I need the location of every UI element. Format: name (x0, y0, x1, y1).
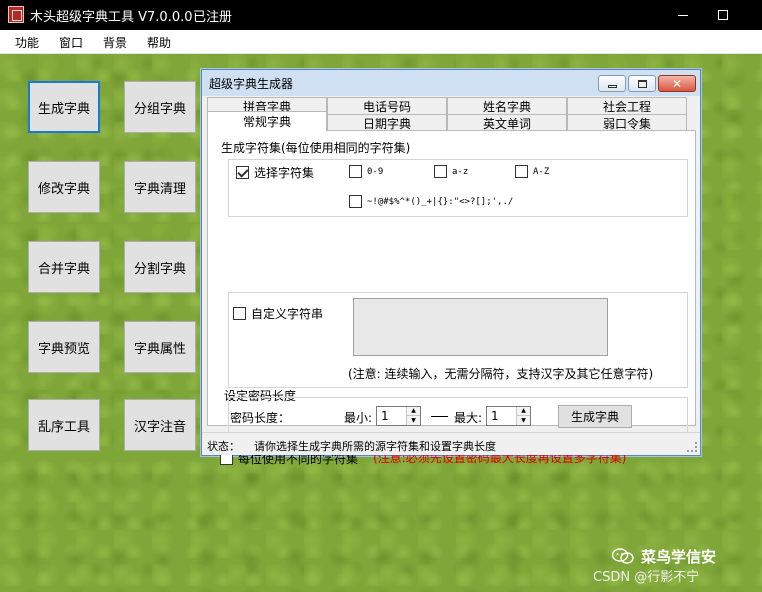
tab-english[interactable]: 英文单词 (447, 114, 567, 131)
symbols-checkbox[interactable]: ~!@#$%^*()_+|{}:"<>?[];',./ (349, 195, 513, 208)
dialog-title: 超级字典生成器 (209, 77, 294, 91)
dialog-title-bar[interactable]: 超级字典生成器 ✕ (202, 70, 700, 96)
status-bar: 状态： 请你选择生成字典所需的源字符集和设置字典长度 (202, 432, 700, 455)
range-dash (431, 416, 448, 417)
modify-dict-button[interactable]: 修改字典 (28, 161, 100, 213)
wechat-icon (612, 548, 634, 564)
clean-dict-button[interactable]: 字典清理 (124, 161, 196, 213)
registration-status: 已注册 (193, 10, 233, 25)
checkbox-icon (434, 165, 447, 178)
select-charset-checkbox[interactable]: 选择字符集 (236, 164, 314, 181)
pinyin-annotate-button[interactable]: 汉字注音 (124, 399, 196, 451)
dialog-close-button[interactable]: ✕ (658, 75, 696, 92)
maximize-icon (637, 79, 647, 88)
group-dict-button[interactable]: 分组字典 (124, 81, 196, 133)
custom-string-input[interactable] (353, 298, 608, 356)
menu-bar: 功能 窗口 背景 帮助 (0, 30, 762, 54)
tab-name[interactable]: 姓名字典 (447, 97, 567, 114)
max-length-arrows[interactable]: ▲ ▼ (516, 407, 530, 425)
tab-social[interactable]: 社会工程 (567, 97, 687, 114)
watermark-csdn: CSDN @行影不宁 (593, 570, 700, 585)
digits-label: 0-9 (367, 166, 384, 177)
tab-weak-password[interactable]: 弱口令集 (567, 114, 687, 131)
lowercase-label: a-z (452, 166, 469, 177)
title-bar: 木头超级字典工具 V7.0.0.0 已注册 (0, 0, 762, 30)
custom-string-label: 自定义字符串 (251, 307, 324, 321)
watermark-name: 菜鸟学信安 (641, 548, 717, 566)
length-label: 密码长度： (230, 411, 291, 425)
app-icon (8, 6, 24, 23)
checkbox-icon (349, 165, 362, 178)
min-length-arrows[interactable]: ▲ ▼ (406, 407, 420, 425)
maximize-button[interactable] (700, 0, 746, 30)
max-length-stepper[interactable]: 1 ▲ ▼ (486, 406, 531, 426)
shuffle-tool-button[interactable]: 乱序工具 (28, 399, 100, 451)
custom-string-checkbox[interactable]: 自定义字符串 (233, 305, 323, 322)
menu-window[interactable]: 窗口 (59, 34, 83, 51)
tab-general[interactable]: 常规字典 (207, 111, 327, 131)
minimize-icon (607, 84, 617, 88)
min-length-value: 1 (381, 409, 389, 423)
resize-grip-icon[interactable] (687, 442, 697, 452)
generate-dict-button[interactable]: 生成字典 (28, 81, 100, 133)
checkbox-checked-icon (236, 166, 249, 179)
dialog-minimize-button[interactable] (598, 75, 626, 92)
select-charset-label: 选择字符集 (254, 166, 315, 180)
merge-dict-button[interactable]: 合并字典 (28, 241, 100, 293)
lowercase-checkbox[interactable]: a-z (434, 165, 468, 178)
spin-down-icon[interactable]: ▼ (517, 416, 530, 425)
checkbox-icon (515, 165, 528, 178)
menu-background[interactable]: 背景 (103, 34, 127, 51)
uppercase-label: A-Z (533, 166, 550, 177)
min-label: 最小: (344, 411, 373, 425)
spin-up-icon[interactable]: ▲ (517, 407, 530, 416)
menu-help[interactable]: 帮助 (147, 34, 171, 51)
checkbox-icon (349, 195, 362, 208)
dialog-maximize-button[interactable] (628, 75, 656, 92)
split-dict-button[interactable]: 分割字典 (124, 241, 196, 293)
tab-date[interactable]: 日期字典 (327, 114, 447, 131)
spin-down-icon[interactable]: ▼ (407, 416, 420, 425)
menu-function[interactable]: 功能 (15, 34, 39, 51)
max-length-value: 1 (491, 409, 499, 423)
tab-phone[interactable]: 电话号码 (327, 97, 447, 114)
dict-properties-button[interactable]: 字典属性 (124, 321, 196, 373)
symbols-label: ~!@#$%^*()_+|{}:"<>?[];',./ (367, 196, 514, 207)
status-label: 状态： (207, 440, 240, 453)
max-label: 最大: (454, 411, 483, 425)
generate-button[interactable]: 生成字典 (558, 405, 632, 428)
window-title: 木头超级字典工具 V7.0.0.0 (30, 10, 193, 25)
digits-checkbox[interactable]: 0-9 (349, 165, 383, 178)
dict-generator-dialog: 超级字典生成器 ✕ 拼音字典 电话号码 姓名字典 社会工程 常规字典 日期字典 … (201, 69, 701, 466)
minimize-icon (678, 14, 688, 16)
charset-section-title: 生成字符集(每位使用相同的字符集) (221, 141, 411, 155)
checkbox-icon (233, 307, 246, 320)
preview-dict-button[interactable]: 字典预览 (28, 321, 100, 373)
spin-up-icon[interactable]: ▲ (407, 407, 420, 416)
custom-string-note: (注意: 连续输入，无需分隔符，支持汉字及其它任意字符) (348, 367, 654, 381)
uppercase-checkbox[interactable]: A-Z (515, 165, 549, 178)
status-text: 请你选择生成字典所需的源字符集和设置字典长度 (254, 440, 496, 453)
maximize-icon (718, 10, 728, 20)
close-icon: ✕ (671, 76, 683, 91)
min-length-stepper[interactable]: 1 ▲ ▼ (376, 406, 421, 426)
general-tab-panel: 生成字符集(每位使用相同的字符集) 选择字符集 0-9 a-z A-Z ~!@#… (207, 130, 696, 466)
